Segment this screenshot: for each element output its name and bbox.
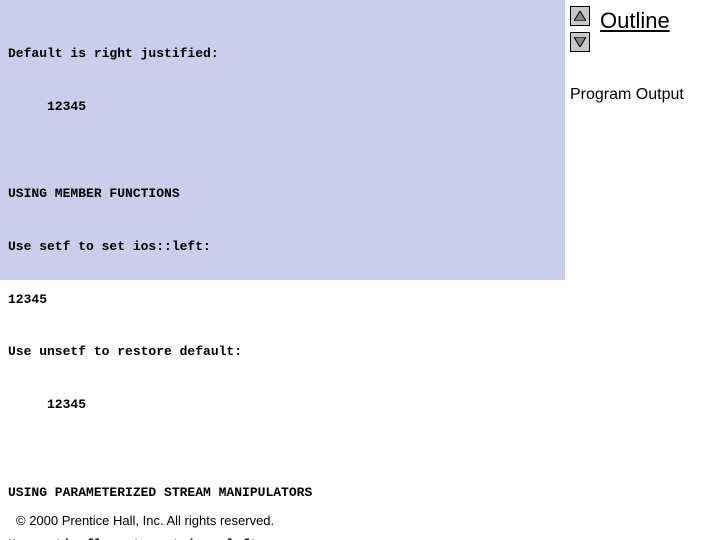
output-line: Use setiosflags to set ios::left:	[8, 536, 557, 540]
output-line: 12345	[8, 291, 557, 309]
prev-slide-button[interactable]	[570, 6, 590, 26]
output-line: USING MEMBER FUNCTIONS	[8, 185, 557, 203]
output-line: USING PARAMETERIZED STREAM MANIPULATORS	[8, 484, 557, 502]
copyright-footer: © 2000 Prentice Hall, Inc. All rights re…	[16, 513, 274, 528]
triangle-up-icon	[574, 11, 586, 21]
slide: Default is right justified: 12345 USING …	[0, 0, 720, 540]
next-slide-button[interactable]	[570, 32, 590, 52]
output-line: 12345	[8, 396, 557, 414]
nav-arrows	[570, 6, 590, 52]
output-line: 12345	[8, 98, 557, 116]
triangle-down-icon	[574, 37, 586, 47]
output-line: Use unsetf to restore default:	[8, 343, 557, 361]
section-label: Program Output	[570, 86, 684, 104]
outline-link[interactable]: Outline	[600, 8, 670, 34]
output-line: Default is right justified:	[8, 45, 557, 63]
program-output-box: Default is right justified: 12345 USING …	[0, 0, 565, 280]
output-line: Use setf to set ios::left:	[8, 238, 557, 256]
